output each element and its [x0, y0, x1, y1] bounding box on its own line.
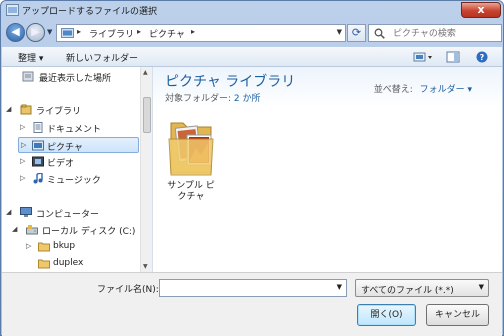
documents-icon: [33, 122, 43, 133]
sidebar-item-label: ローカル ディスク (C:): [42, 227, 136, 237]
chevron-down-icon[interactable]: ▼: [337, 28, 342, 36]
videos-icon: [32, 156, 44, 167]
libraries-icon: [20, 104, 32, 115]
expand-arrow-icon[interactable]: ▷: [20, 157, 25, 165]
navigation-bar: ◀ ▶ ▼ ▸ ライブラリ ▸ ピクチャ ▸ ▼ ⟳: [4, 21, 502, 45]
sidebar-item-documents[interactable]: ▷ ドキュメント: [20, 120, 135, 136]
filename-label: ファイル名(N):: [97, 285, 159, 295]
dialog-content: 最近表示した場所 ◢ ライブラリ ▷ ドキュメント ▷ ピクチャ ▷ ビデオ ▷…: [2, 67, 502, 272]
search-icon: [374, 28, 385, 39]
view-options-icon[interactable]: [413, 52, 432, 62]
sidebar-item-libraries[interactable]: ◢ ライブラリ: [6, 102, 137, 118]
folder-item-label: サンプル ピクチャ: [167, 181, 215, 202]
library-title: ピクチャ ライブラリ: [165, 74, 296, 90]
preview-pane-icon[interactable]: [446, 51, 460, 63]
toolbar-icons: ?: [412, 50, 492, 67]
window-app-icon: [6, 4, 19, 16]
sidebar-item-label: ミュージック: [47, 176, 101, 186]
recent-pages-dropdown[interactable]: ▼: [47, 28, 52, 36]
folder-item-sample-pictures[interactable]: サンプル ピクチャ: [163, 113, 219, 203]
library-subtitle-prefix: 対象フォルダー:: [165, 94, 232, 104]
navigation-pane-scrollbar[interactable]: ▲ ▼: [140, 67, 152, 272]
sidebar-item-label: duplex: [53, 258, 84, 268]
sidebar-item-label: bkup: [53, 241, 76, 251]
sidebar-item-bkup[interactable]: ▷ bkup: [26, 239, 136, 255]
scroll-down-icon[interactable]: ▼: [143, 263, 148, 270]
command-toolbar: 整理 ▾ 新しいフォルダー ?: [2, 47, 502, 67]
close-window-button[interactable]: x: [461, 2, 501, 18]
navigation-pane[interactable]: 最近表示した場所 ◢ ライブラリ ▷ ドキュメント ▷ ピクチャ ▷ ビデオ ▷…: [2, 67, 142, 272]
title-bar: アップロードするファイルの選択 x: [1, 1, 503, 20]
file-type-filter-select[interactable]: すべてのファイル (*.*) ▼: [355, 279, 489, 297]
sidebar-item-label: ライブラリ: [36, 107, 82, 117]
expand-arrow-icon[interactable]: ▷: [26, 242, 31, 250]
folder-icon: [38, 242, 50, 252]
refresh-icon: ⟳: [351, 26, 362, 39]
library-pane: ピクチャ ライブラリ 対象フォルダー: 2 か所 並べ替え: フォルダー ▾ サ…: [153, 67, 502, 272]
recent-places-icon: [22, 71, 34, 82]
cancel-button[interactable]: キャンセル: [426, 304, 489, 326]
sidebar-item-label: ピクチャ: [47, 143, 83, 153]
library-subtitle: 対象フォルダー: 2 か所: [165, 91, 261, 104]
breadcrumb-chevron-icon[interactable]: ▸: [137, 27, 141, 36]
sidebar-item-duplex[interactable]: duplex: [26, 256, 136, 272]
sidebar-item-music[interactable]: ▷ ミュージック: [20, 171, 135, 187]
sidebar-item-videos[interactable]: ▷ ビデオ: [20, 154, 135, 170]
expand-arrow-icon[interactable]: ▷: [20, 123, 25, 131]
back-button[interactable]: ◀: [6, 23, 25, 42]
picture-folder-icon: [168, 122, 214, 176]
sidebar-item-local-disk[interactable]: ◢ ローカル ディスク (C:): [12, 222, 137, 238]
library-locations-link[interactable]: 2 か所: [234, 94, 261, 104]
collapse-arrow-icon[interactable]: ◢: [6, 105, 11, 113]
new-folder-button[interactable]: 新しいフォルダー: [66, 51, 138, 64]
arrange-by-value[interactable]: フォルダー ▾: [420, 85, 472, 95]
scrollbar-thumb[interactable]: [143, 97, 151, 133]
sidebar-item-label: 最近表示した場所: [39, 74, 112, 84]
expand-arrow-icon[interactable]: ▷: [21, 141, 26, 149]
window-title: アップロードするファイルの選択: [22, 7, 158, 17]
collapse-arrow-icon[interactable]: ◢: [6, 208, 11, 216]
toolbar-view-icons: ?: [413, 51, 488, 63]
forward-button[interactable]: ▶: [26, 23, 45, 42]
help-icon[interactable]: ?: [476, 51, 488, 63]
search-input[interactable]: [393, 27, 497, 40]
sidebar-item-label: コンピューター: [36, 210, 100, 220]
scroll-up-icon[interactable]: ▲: [143, 69, 148, 76]
expand-arrow-icon[interactable]: ▷: [20, 174, 25, 182]
open-button[interactable]: 開く(O): [357, 304, 416, 326]
file-open-dialog: アップロードするファイルの選択 x ◀ ▶ ▼ ▸ ライブラリ ▸ ピクチャ ▸…: [0, 0, 504, 336]
filename-combobox[interactable]: ▼: [159, 279, 347, 297]
search-box[interactable]: [368, 24, 502, 42]
filename-input[interactable]: [163, 282, 323, 295]
arrange-by-label: 並べ替え:: [373, 85, 413, 95]
sidebar-item-label: ビデオ: [47, 159, 75, 169]
sidebar-item-label: ドキュメント: [47, 125, 102, 135]
sidebar-item-recent-places[interactable]: 最近表示した場所: [22, 69, 137, 85]
folder-icon: [38, 259, 50, 269]
sidebar-item-computer[interactable]: ◢ コンピューター: [6, 205, 137, 221]
collapse-arrow-icon[interactable]: ◢: [12, 225, 17, 233]
chevron-down-icon[interactable]: ▼: [337, 283, 342, 291]
arrange-by-control[interactable]: 並べ替え: フォルダー ▾: [374, 82, 472, 95]
hard-drive-icon: [26, 225, 38, 235]
sidebar-item-pictures[interactable]: ▷ ピクチャ: [18, 137, 139, 153]
chevron-down-icon: ▼: [478, 283, 484, 291]
refresh-button[interactable]: ⟳: [347, 24, 366, 42]
computer-icon: [20, 207, 32, 217]
dialog-footer: ファイル名(N): ▼ すべてのファイル (*.*) ▼ 開く(O) キャンセル: [2, 272, 502, 336]
breadcrumb-chevron-icon[interactable]: ▸: [77, 27, 81, 36]
breadcrumb-pictures[interactable]: ピクチャ: [149, 27, 185, 40]
library-folder-icon: [61, 28, 74, 38]
breadcrumb-libraries[interactable]: ライブラリ: [89, 27, 134, 40]
arrow-right-icon: ▶: [31, 25, 40, 38]
organize-menu-button[interactable]: 整理 ▾: [18, 51, 43, 64]
pictures-icon: [32, 140, 44, 151]
address-bar[interactable]: ▸ ライブラリ ▸ ピクチャ ▸ ▼: [56, 24, 346, 42]
arrow-left-icon: ◀: [11, 25, 20, 38]
svg-text:?: ?: [480, 53, 485, 62]
music-icon: [33, 173, 43, 184]
close-icon: x: [477, 3, 485, 16]
file-type-filter-value: すべてのファイル (*.*): [361, 286, 454, 296]
breadcrumb-chevron-icon[interactable]: ▸: [191, 27, 195, 36]
